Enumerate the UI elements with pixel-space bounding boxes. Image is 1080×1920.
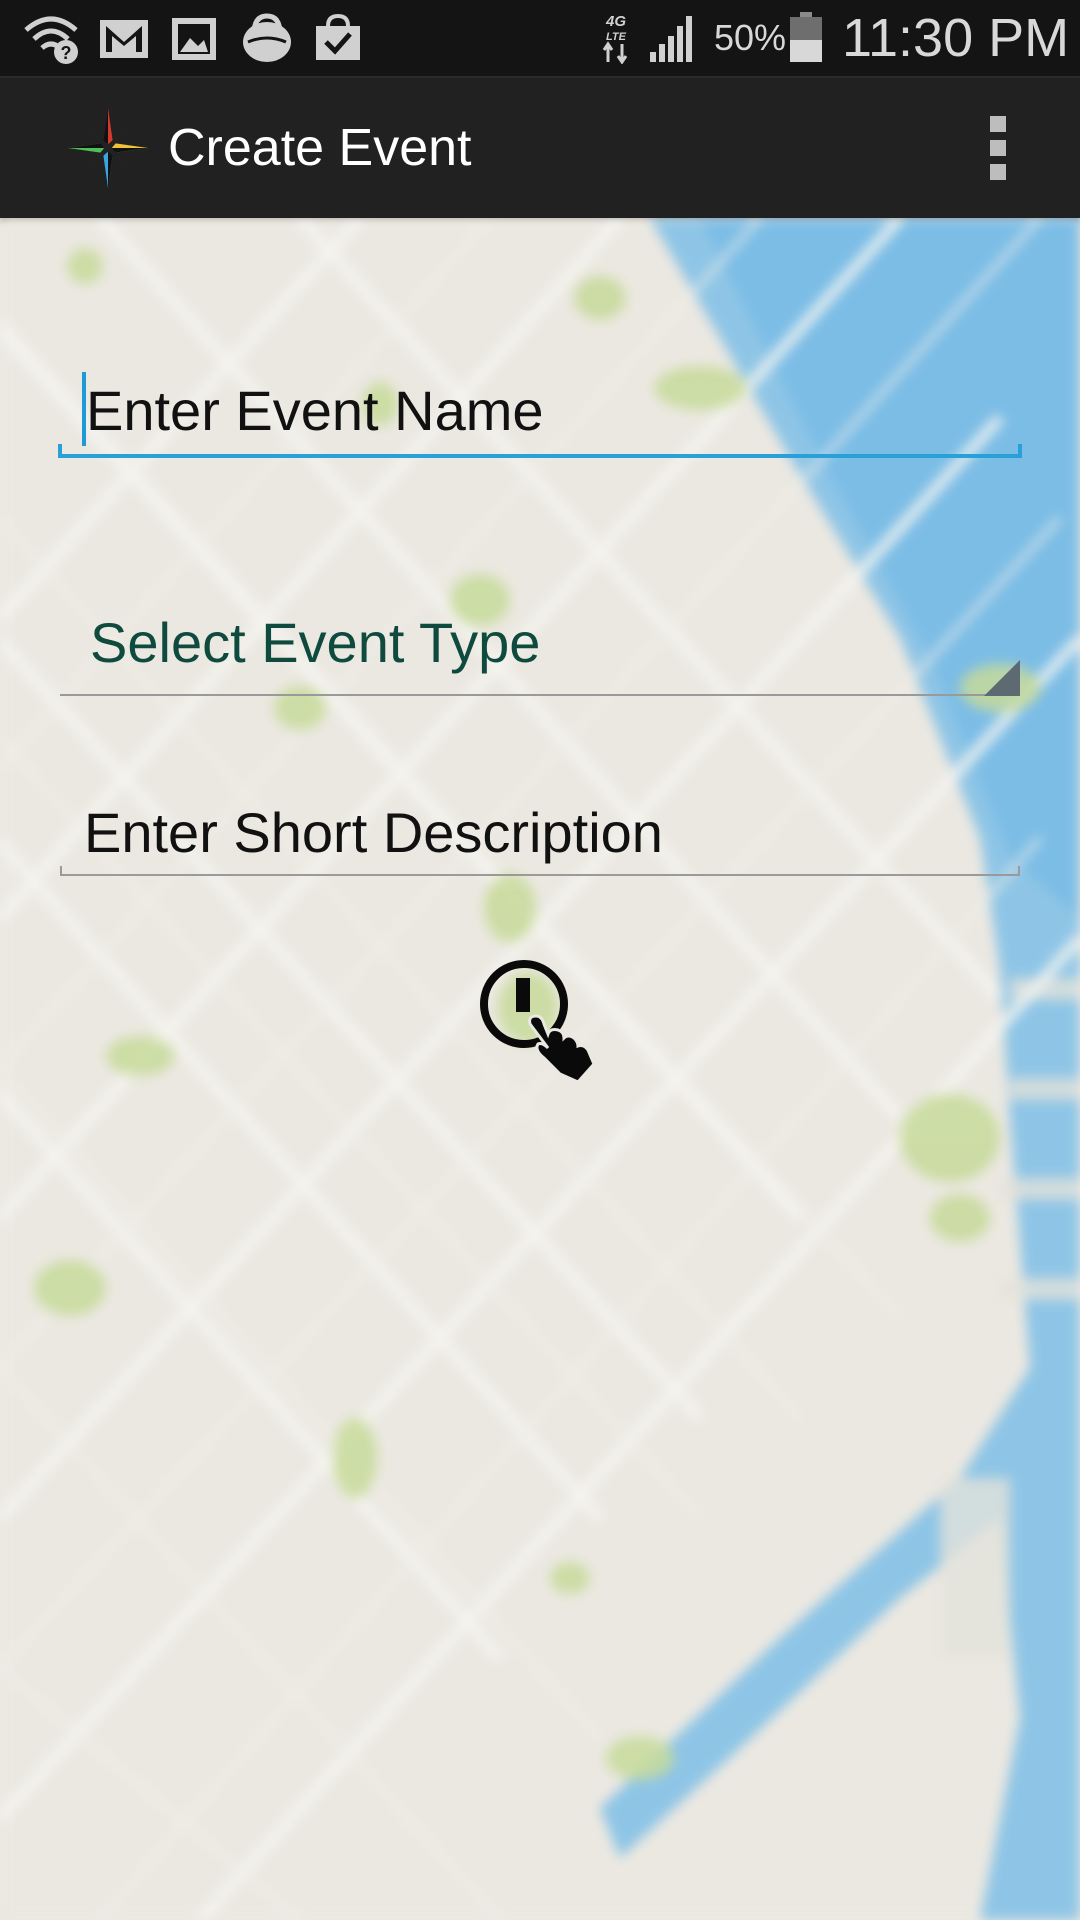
page-title: Create Event bbox=[168, 119, 472, 177]
gmail-icon bbox=[100, 20, 148, 58]
svg-text:LTE: LTE bbox=[606, 31, 627, 43]
clock-time: 11:30 PM bbox=[842, 8, 1070, 68]
select-underline bbox=[60, 694, 1020, 696]
dropdown-caret-icon bbox=[984, 660, 1020, 696]
input-underline bbox=[58, 454, 1022, 458]
event-name-placeholder: Enter Event Name bbox=[86, 379, 544, 442]
network-4g-lte-icon: 4G LTE bbox=[602, 13, 628, 64]
task-check-icon bbox=[316, 13, 360, 60]
svg-text:?: ? bbox=[61, 43, 72, 63]
description-placeholder: Enter Short Description bbox=[84, 801, 663, 864]
input-underline-left-tick bbox=[58, 444, 62, 458]
event-type-select[interactable]: Select Event Type bbox=[60, 588, 1020, 708]
create-event-form: Enter Event Name Select Event Type Enter… bbox=[0, 218, 1080, 1920]
signal-icon bbox=[650, 16, 692, 62]
status-bar: ? 4G LTE 50% 11:30 PM bbox=[0, 0, 1080, 78]
input-underline bbox=[60, 874, 1020, 876]
compass-star-icon[interactable] bbox=[66, 106, 150, 190]
shopping-bag-icon bbox=[243, 13, 291, 62]
event-type-label: Select Event Type bbox=[90, 611, 541, 674]
short-description-input[interactable]: Enter Short Description bbox=[60, 788, 1020, 888]
battery-icon bbox=[790, 12, 822, 62]
overflow-menu-icon[interactable] bbox=[980, 112, 1016, 184]
input-underline-right-tick bbox=[1018, 866, 1020, 876]
event-name-input[interactable]: Enter Event Name bbox=[58, 368, 1022, 464]
battery-percent: 50% bbox=[714, 17, 787, 58]
svg-text:4G: 4G bbox=[605, 13, 626, 30]
gallery-icon bbox=[172, 18, 216, 60]
input-underline-left-tick bbox=[60, 866, 62, 876]
power-touch-icon[interactable] bbox=[478, 958, 602, 1082]
action-bar: Create Event bbox=[0, 78, 1080, 218]
input-underline-right-tick bbox=[1018, 444, 1022, 458]
wifi-icon: ? bbox=[24, 16, 78, 64]
